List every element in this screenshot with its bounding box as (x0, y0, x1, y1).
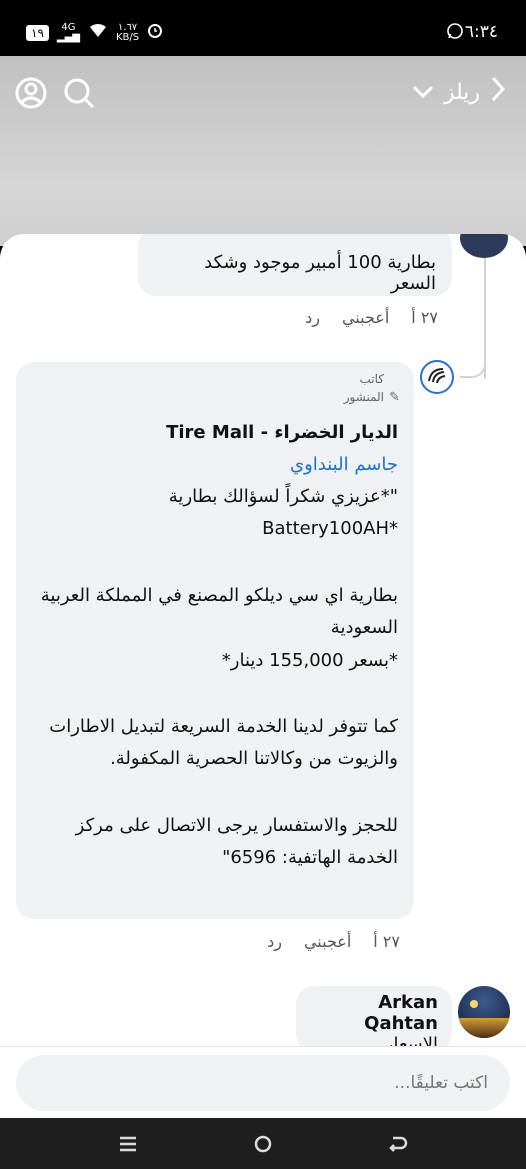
avatar[interactable] (460, 234, 508, 258)
system-nav-bar (0, 1118, 526, 1169)
mention-link[interactable]: جاسم البنداوي (32, 449, 398, 481)
comment-actions: ٢٧ أ أعجبني رد (305, 308, 438, 327)
comment-time: ٢٧ أ (411, 308, 438, 327)
like-button[interactable]: أعجبني (304, 932, 351, 951)
comment-author[interactable]: الديار الخضراء - Tire Mall (32, 418, 398, 449)
pencil-icon: ✎ (389, 390, 400, 405)
status-left: ١٩ 4G ▂▄▆ ١.٦٧ KB/S (26, 22, 163, 43)
author-badge-line1: كاتب (359, 372, 385, 386)
back-chevron-icon[interactable] (490, 76, 506, 108)
status-bar: ١٩ 4G ▂▄▆ ١.٦٧ KB/S ٦:٣٤ (0, 0, 526, 56)
comment-line: *Battery100AH (262, 518, 398, 540)
author-badge-line2: المنشور (343, 390, 384, 404)
comment-line: بطارية اي سي ديلكو المصنع في المملكة الع… (40, 584, 398, 606)
comment-bubble[interactable]: بطارية 100 أمبير موجود وشكد السعر (138, 234, 452, 296)
tire-mall-logo-icon (425, 363, 449, 391)
comment-bubble[interactable]: ✎ كاتب المنشور الديار الخضراء - Tire Mal… (16, 362, 414, 919)
comment-line: والزيوت من وكالاتنا الحصرية المكفولة. (110, 748, 398, 770)
moon-icon (470, 1000, 478, 1008)
whatsapp-icon (446, 22, 464, 45)
profile-icon[interactable] (14, 76, 48, 110)
comment-time: ٢٧ أ (373, 932, 400, 951)
alarm-icon (147, 22, 163, 43)
composer-bar (0, 1046, 526, 1118)
comment-line: *بسعر 155,000 دينار* (221, 649, 398, 671)
thread-connector (460, 346, 486, 378)
wifi-icon (88, 22, 108, 43)
reels-background: ريلز (0, 56, 526, 246)
search-icon[interactable] (62, 76, 96, 110)
like-button[interactable]: أعجبني (342, 308, 389, 327)
comment-line: كما تتوفر لدينا الخدمة السريعة لتبديل ال… (49, 715, 398, 737)
comment-line: للحجز والاستفسار يرجى الاتصال على مركز (75, 814, 398, 836)
reply-button[interactable]: رد (267, 932, 282, 951)
battery-indicator: ١٩ (26, 24, 49, 41)
comment-input[interactable] (16, 1055, 510, 1111)
comment-line: السعودية (330, 617, 398, 639)
network-label: 4G (61, 21, 76, 33)
comment-line: الخدمة الهاتفية: 6596" (222, 847, 398, 869)
comment-text: بطارية 100 أمبير موجود وشكد السعر (204, 252, 436, 294)
reply-button[interactable]: رد (305, 308, 320, 327)
avatar[interactable] (420, 360, 454, 394)
clock: ٦:٣٤ (464, 22, 498, 42)
speed-indicator: ١.٦٧ KB/S (115, 22, 140, 43)
network-indicator: 4G ▂▄▆ (56, 21, 80, 43)
header-actions (14, 76, 96, 110)
comment-actions: ٢٧ أ أعجبني رد (267, 932, 400, 951)
back-icon[interactable] (378, 1124, 418, 1164)
comment-line: "*عزيزي شكراً لسؤالك بطارية (168, 485, 398, 507)
recents-icon[interactable] (108, 1124, 148, 1164)
chevron-down-icon[interactable] (412, 80, 434, 105)
home-icon[interactable] (243, 1124, 283, 1164)
reels-header[interactable]: ريلز (412, 76, 506, 108)
city-silhouette (458, 1018, 510, 1038)
reels-title: ريلز (443, 79, 480, 105)
author-badge: كاتب المنشور (344, 370, 384, 406)
avatar[interactable] (458, 986, 510, 1038)
comment-bubble[interactable]: Arkan Qahtan الاسعار (296, 986, 452, 1055)
speed-unit: KB/S (115, 31, 140, 43)
comments-sheet: بطارية 100 أمبير موجود وشكد السعر ٢٧ أ أ… (0, 234, 526, 1118)
comment-author[interactable]: Arkan Qahtan (310, 992, 438, 1034)
